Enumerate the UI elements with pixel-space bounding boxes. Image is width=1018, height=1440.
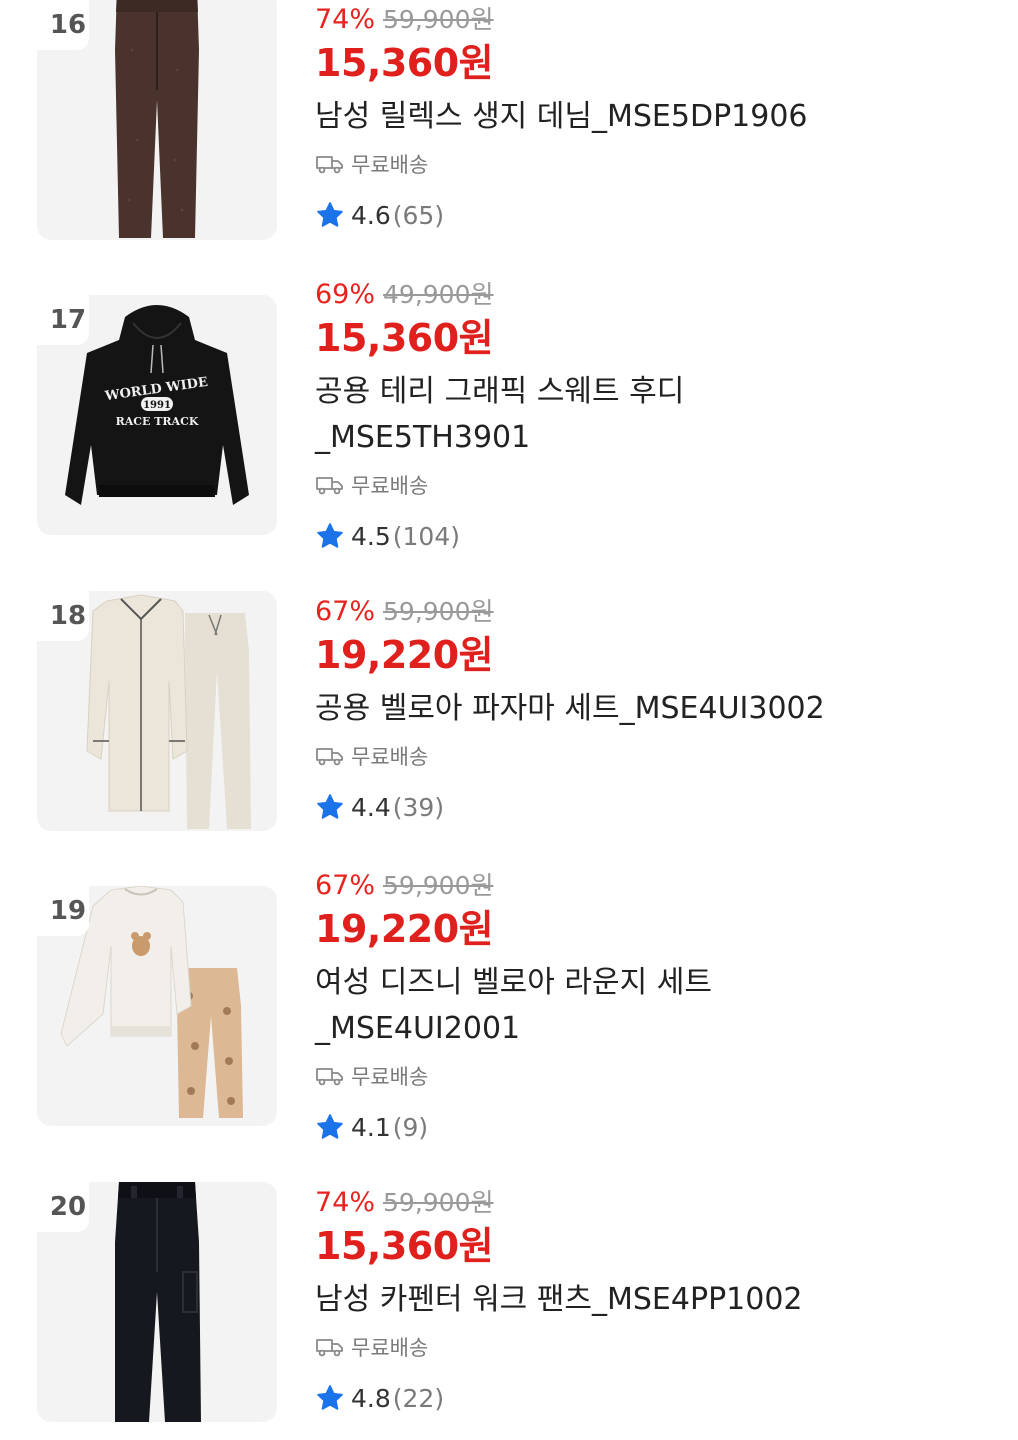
price-row: 69% 49,900원 [315, 277, 995, 313]
rank-badge: 18 [37, 591, 89, 641]
truck-icon [316, 1068, 343, 1086]
rating-score: 4.6 [351, 200, 391, 230]
rating-score: 4.5 [351, 521, 391, 551]
shipping-info: 무료배송 [315, 142, 995, 186]
product-name[interactable]: 남성 카펜터 워크 팬츠_MSE4PP1002 [315, 1277, 995, 1323]
original-price: 59,900원 [383, 597, 494, 626]
rank-badge: 17 [37, 295, 89, 345]
product-item[interactable]: 18 67% 59,900원 19,220원 공용 벨로아 파자마 세트_MSE4… [0, 591, 1018, 861]
shipping-label: 무료배송 [351, 474, 429, 498]
product-info: 69% 49,900원 15,360원 공용 테리 그래픽 스웨트 후디 _MSE… [315, 277, 995, 561]
price-row: 74% 59,900원 [315, 1185, 995, 1221]
sale-price: 15,360원 [315, 316, 494, 360]
rank-badge: 16 [37, 0, 89, 50]
rating: 4.6 (65) [315, 190, 995, 240]
shipping-info: 무료배송 [315, 1325, 995, 1369]
price-row: 67% 59,900원 [315, 868, 995, 904]
product-info: 67% 59,900원 19,220원 여성 디즈니 벨로아 라운지 세트 _MS… [315, 868, 995, 1152]
shipping-info: 무료배송 [315, 1054, 995, 1098]
rank-badge: 19 [37, 886, 89, 936]
truck-icon [316, 748, 343, 766]
product-image[interactable]: WORLD WIDE 1991 RACE TRACK 17 [37, 295, 277, 535]
star-icon [317, 202, 343, 227]
product-item[interactable]: 20 74% 59,900원 15,360원 남성 카펜터 워크 팬츠_MSE4P… [0, 1182, 1018, 1440]
rating: 4.4 (39) [315, 782, 995, 832]
product-info: 74% 59,900원 15,360원 남성 카펜터 워크 팬츠_MSE4PP10… [315, 1185, 995, 1423]
truck-icon [316, 477, 343, 495]
sale-price: 15,360원 [315, 41, 494, 85]
discount-rate: 74% [315, 1187, 376, 1218]
product-info: 74% 59,900원 15,360원 남성 릴렉스 생지 데님_MSE5DP19… [315, 2, 995, 240]
review-count: (9) [392, 1112, 429, 1142]
review-count: (22) [392, 1383, 445, 1413]
rating-score: 4.8 [351, 1383, 391, 1413]
rating: 4.1 (9) [315, 1102, 995, 1152]
shipping-info: 무료배송 [315, 463, 995, 507]
product-name[interactable]: 공용 벨로아 파자마 세트_MSE4UI3002 [315, 686, 995, 732]
product-item[interactable]: 16 74% 59,900원 15,360원 남성 릴렉스 생지 데님_MSE5D… [0, 0, 1018, 270]
hoodie-print-year: 1991 [143, 400, 171, 411]
shipping-label: 무료배송 [351, 1336, 429, 1360]
product-name[interactable]: 여성 디즈니 벨로아 라운지 세트 [315, 960, 995, 1006]
original-price: 49,900원 [383, 280, 494, 309]
star-icon [317, 1114, 343, 1139]
sale-price: 19,220원 [315, 907, 494, 951]
truck-icon [316, 1339, 343, 1357]
product-image[interactable]: 20 [37, 1182, 277, 1422]
product-info: 67% 59,900원 19,220원 공용 벨로아 파자마 세트_MSE4UI3… [315, 594, 995, 832]
rating: 4.5 (104) [315, 511, 995, 561]
product-name-line2[interactable]: _MSE5TH3901 [315, 415, 995, 461]
sale-price: 19,220원 [315, 633, 494, 677]
rank-badge: 20 [37, 1182, 89, 1232]
review-count: (65) [392, 200, 445, 230]
star-icon [317, 1385, 343, 1410]
product-item[interactable]: 19 67% 59,900원 19,220원 여성 디즈니 벨로아 라운지 세트 … [0, 870, 1018, 1156]
original-price: 59,900원 [383, 1188, 494, 1217]
product-image[interactable]: 19 [37, 886, 277, 1126]
product-item[interactable]: WORLD WIDE 1991 RACE TRACK 17 69% 49,900원… [0, 279, 1018, 565]
product-name[interactable]: 공용 테리 그래픽 스웨트 후디 [315, 369, 995, 415]
price-row: 67% 59,900원 [315, 594, 995, 630]
star-icon [317, 794, 343, 819]
rating: 4.8 (22) [315, 1373, 995, 1423]
product-image[interactable]: 18 [37, 591, 277, 831]
discount-rate: 67% [315, 870, 376, 901]
discount-rate: 67% [315, 596, 376, 627]
original-price: 59,900원 [383, 5, 494, 34]
shipping-info: 무료배송 [315, 734, 995, 778]
shipping-label: 무료배송 [351, 745, 429, 769]
original-price: 59,900원 [383, 871, 494, 900]
rating-score: 4.4 [351, 792, 391, 822]
discount-rate: 74% [315, 4, 376, 35]
rating-score: 4.1 [351, 1112, 391, 1142]
star-icon [317, 523, 343, 548]
product-image[interactable]: 16 [37, 0, 277, 240]
shipping-label: 무료배송 [351, 153, 429, 177]
truck-icon [316, 156, 343, 174]
hoodie-print-bottom: RACE TRACK [116, 415, 199, 428]
sale-price: 15,360원 [315, 1224, 494, 1268]
review-count: (104) [392, 521, 460, 551]
price-row: 74% 59,900원 [315, 2, 995, 38]
discount-rate: 69% [315, 279, 376, 310]
shipping-label: 무료배송 [351, 1065, 429, 1089]
product-name[interactable]: 남성 릴렉스 생지 데님_MSE5DP1906 [315, 94, 995, 140]
product-name-line2[interactable]: _MSE4UI2001 [315, 1006, 995, 1052]
review-count: (39) [392, 792, 445, 822]
